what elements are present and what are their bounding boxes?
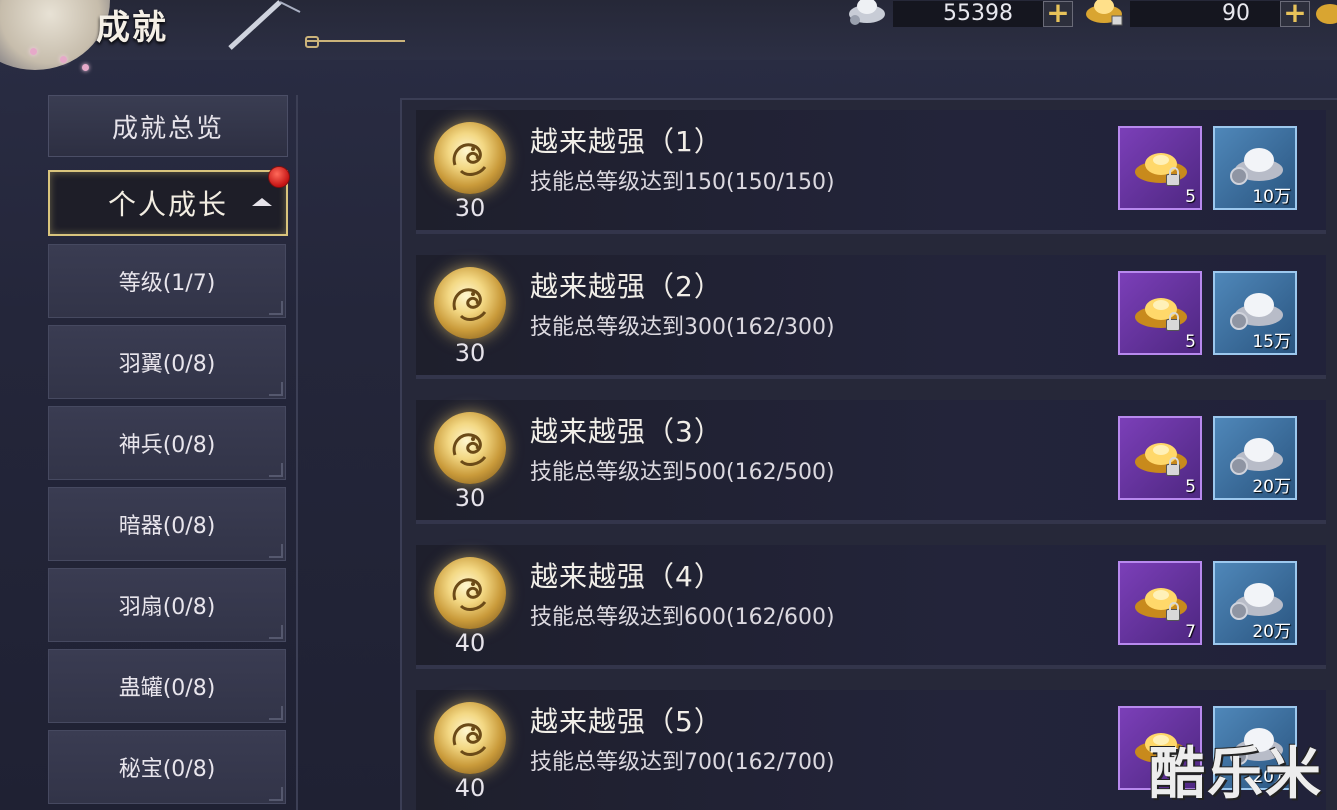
sidebar-item-feather-fan[interactable]: 羽扇(0/8) [48,568,286,642]
gold-ingot-icon [1135,588,1187,618]
sidebar-item-label: 等级(1/7) [118,271,216,296]
gold-amount: 90 [1130,1,1280,27]
personal-growth-group[interactable]: 个人成长 [48,166,290,236]
reward-count: 5 [1185,477,1196,497]
coin-icon-partial [1316,4,1337,24]
group-label: 个人成长 [107,188,228,221]
blossom-decoration [82,64,89,71]
achievement-title: 越来越强（5） [530,705,723,738]
reward-count: 20万 [1252,477,1291,497]
achievement-title: 越来越强（2） [530,270,723,303]
category-sidebar: 成就总览 个人成长 等级(1/7) 羽翼(0/8) 神兵(0/8) 暗器(0/8… [48,95,293,810]
reward-count: 15万 [1252,332,1291,352]
add-gold-button[interactable]: + [1280,0,1310,27]
overview-button[interactable]: 成就总览 [48,95,288,157]
reward-gold-ingot[interactable]: 5 [1118,271,1202,355]
achievement-description: 技能总等级达到700(162/700) [530,750,835,775]
achievement-description: 技能总等级达到600(162/600) [530,605,835,630]
achievement-panel: 30 越来越强（1） 技能总等级达到150(150/150) 5 10万 30 … [400,98,1337,810]
reward-silver-ingot[interactable]: 15万 [1213,271,1297,355]
reward-count: 20万 [1252,622,1291,642]
sidebar-item-label: 羽翼(0/8) [118,352,216,377]
gold-ingot-icon [1135,153,1187,183]
achievement-title: 越来越强（4） [530,560,723,593]
reward-count: 7 [1185,622,1196,642]
blossom-decoration [30,48,37,55]
reward-silver-ingot[interactable]: 10万 [1213,126,1297,210]
dragon-medal-icon [434,267,506,339]
sidebar-item-hidden-weapon[interactable]: 暗器(0/8) [48,487,286,561]
lock-icon [1166,602,1180,621]
reward-count: 10万 [1252,187,1291,207]
dragon-medal-icon [434,412,506,484]
achievement-row[interactable]: 40 越来越强（4） 技能总等级达到600(162/600) 7 20万 [416,545,1326,669]
dragon-medal-icon [434,702,506,774]
reward-gold-ingot[interactable]: 5 [1118,126,1202,210]
reward-silver-ingot[interactable]: 20万 [1213,416,1297,500]
reward-silver-ingot[interactable]: 20万 [1213,561,1297,645]
panel-divider [296,95,298,810]
lock-icon [1166,167,1180,186]
subcategory-list: 等级(1/7) 羽翼(0/8) 神兵(0/8) 暗器(0/8) 羽扇(0/8) … [48,244,293,804]
sidebar-item-label: 暗器(0/8) [118,514,216,539]
achievement-row[interactable]: 30 越来越强（1） 技能总等级达到150(150/150) 5 10万 [416,110,1326,234]
achievement-points: 30 [454,484,486,512]
gold-ingot-locked-icon [1086,0,1123,26]
watermark: 酷乐米 [1149,742,1323,807]
moon-decoration [0,0,110,70]
achievement-points: 40 [454,774,486,802]
achievement-description: 技能总等级达到500(162/500) [530,460,835,485]
achievement-description: 技能总等级达到150(150/150) [530,170,835,195]
achievement-description: 技能总等级达到300(162/300) [530,315,835,340]
sidebar-item-wings[interactable]: 羽翼(0/8) [48,325,286,399]
achievement-title: 越来越强（3） [530,415,723,448]
achievement-points: 40 [454,629,486,657]
sidebar-item-level[interactable]: 等级(1/7) [48,244,286,318]
reward-gold-ingot[interactable]: 5 [1118,416,1202,500]
reward-count: 5 [1185,332,1196,352]
gold-currency: 90 + [1082,0,1310,28]
add-silver-button[interactable]: + [1043,0,1073,27]
gold-ingot-icon [1135,298,1187,328]
dragon-medal-icon [434,122,506,194]
sidebar-item-divine-weapon[interactable]: 神兵(0/8) [48,406,286,480]
silver-amount: 55398 [893,1,1043,27]
sidebar-item-secret-treasure[interactable]: 秘宝(0/8) [48,730,286,804]
sidebar-item-label: 神兵(0/8) [118,433,216,458]
blossom-decoration [60,56,67,63]
reward-count: 5 [1185,187,1196,207]
achievement-title: 越来越强（1） [530,125,723,158]
sidebar-item-label: 羽扇(0/8) [118,595,216,620]
achievement-points: 30 [454,339,486,367]
notification-dot [268,166,290,188]
lock-icon [1166,457,1180,476]
achievement-row[interactable]: 30 越来越强（3） 技能总等级达到500(162/500) 5 20万 [416,400,1326,524]
sidebar-item-label: 蛊罐(0/8) [118,676,216,701]
sidebar-item-label: 秘宝(0/8) [118,757,216,782]
dragon-medal-icon [434,557,506,629]
top-bar: 成就 55398 + 90 + [0,0,1337,71]
reward-gold-ingot[interactable]: 7 [1118,561,1202,645]
gold-ingot-icon [1135,443,1187,473]
lock-icon [1166,312,1180,331]
achievement-list: 30 越来越强（1） 技能总等级达到150(150/150) 5 10万 30 … [416,110,1326,810]
sidebar-item-gu-jar[interactable]: 蛊罐(0/8) [48,649,286,723]
page-title: 成就 [96,8,168,48]
achievement-row[interactable]: 30 越来越强（2） 技能总等级达到300(162/300) 5 15万 [416,255,1326,379]
chevron-up-icon [252,198,272,206]
title-ornament [305,36,405,48]
silver-ingot-icon [849,0,885,25]
silver-currency: 55398 + [845,0,1073,28]
achievement-points: 30 [454,194,486,222]
sword-decoration [228,0,301,50]
